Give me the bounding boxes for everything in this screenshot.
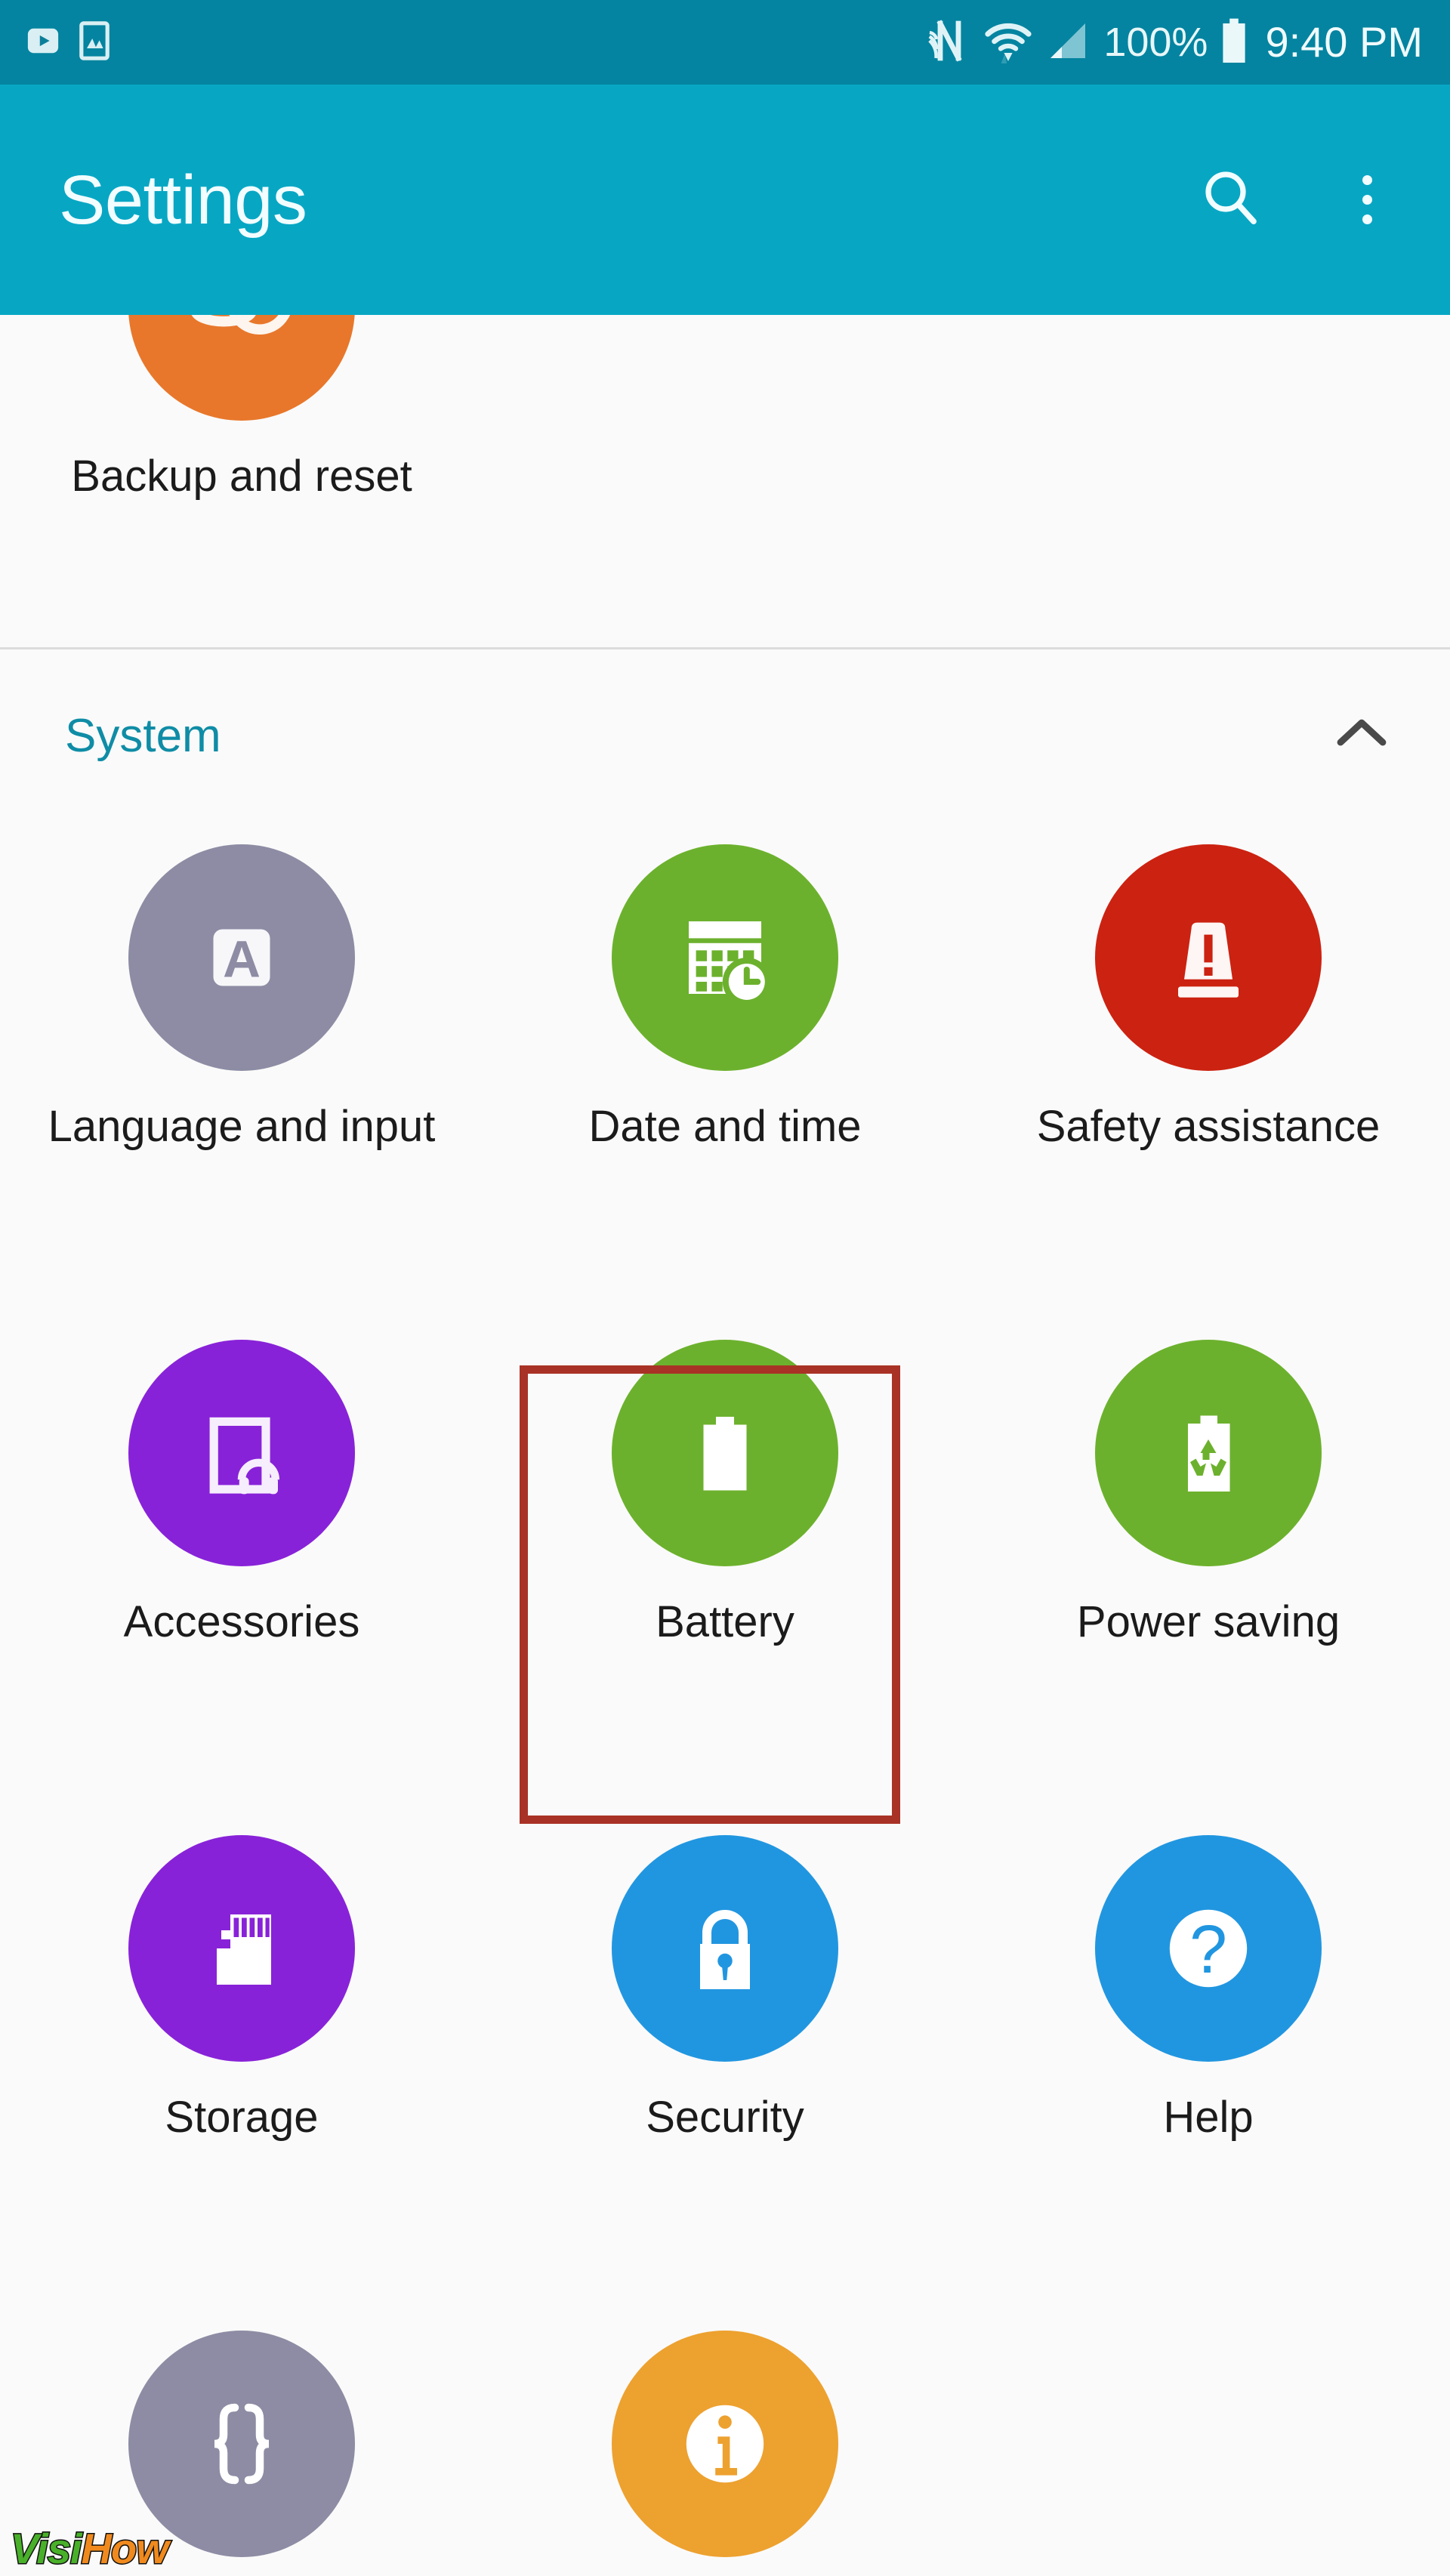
section-title: System — [65, 710, 221, 762]
tile-label: Battery — [656, 1597, 794, 1646]
svg-text:?: ? — [1189, 1911, 1227, 1987]
clock-label: 9:40 PM — [1265, 18, 1423, 66]
watermark-text-a: Visi — [10, 2525, 84, 2572]
emergency-beacon-icon — [1095, 844, 1322, 1071]
settings-tile-backup-and-reset[interactable]: Backup and reset — [0, 315, 483, 501]
settings-tile-grid: A Language and input Date and time Safet… — [0, 823, 1450, 2576]
chevron-up-icon — [1327, 700, 1396, 773]
settings-tile-accessories[interactable]: Accessories — [0, 1319, 483, 1814]
more-vertical-icon — [1362, 175, 1372, 224]
padlock-icon — [612, 1835, 838, 2062]
settings-tile-power-saving[interactable]: Power saving — [967, 1319, 1450, 1814]
settings-scroll-content[interactable]: Backup and reset System A Language and i… — [0, 315, 1450, 2576]
battery-icon — [1221, 17, 1247, 68]
letter-a-keyboard-icon: A — [128, 844, 355, 1071]
backup-reset-icon — [128, 315, 355, 421]
action-bar-buttons — [1193, 162, 1405, 238]
settings-tile-date-and-time[interactable]: Date and time — [483, 823, 967, 1319]
sd-card-icon — [128, 1835, 355, 2062]
battery-recycle-icon — [1095, 1340, 1322, 1566]
tile-label: Language and input — [48, 1102, 436, 1151]
phone-screen: 100% 9:40 PM Settings Backup and reset S… — [0, 0, 1450, 2576]
svg-text:A: A — [223, 930, 261, 989]
tile-label: Accessories — [123, 1597, 360, 1646]
info-icon — [612, 2331, 838, 2557]
settings-tile-security[interactable]: Security — [483, 1814, 967, 2309]
page-title: Settings — [59, 161, 307, 239]
tile-label: Help — [1163, 2093, 1254, 2142]
visihow-watermark: VisiHow — [10, 2525, 171, 2572]
status-bar: 100% 9:40 PM — [0, 0, 1450, 85]
scrolled-tile-region: Backup and reset — [0, 315, 1450, 647]
battery-icon — [612, 1340, 838, 1566]
battery-percent-label: 100% — [1103, 20, 1208, 65]
action-bar: Settings — [0, 85, 1450, 315]
overflow-menu-button[interactable] — [1329, 162, 1405, 238]
tile-label: Safety assistance — [1036, 1102, 1381, 1151]
tile-label: Storage — [165, 2093, 319, 2142]
watermark-text-b: How — [80, 2525, 170, 2572]
curly-braces-icon — [128, 2331, 355, 2557]
signal-icon — [1046, 19, 1090, 66]
status-bar-notification-icons — [26, 20, 110, 64]
settings-tile-help[interactable]: ? Help — [967, 1814, 1450, 2309]
tile-label: Backup and reset — [71, 452, 412, 501]
nfc-icon — [927, 17, 970, 68]
settings-tile-placeholder — [967, 2309, 1450, 2576]
youtube-icon — [26, 23, 60, 62]
settings-tile-storage[interactable]: Storage — [0, 1814, 483, 2309]
settings-tile-battery[interactable]: Battery — [483, 1319, 967, 1814]
tile-label: Date and time — [588, 1102, 862, 1151]
calendar-clock-icon — [612, 844, 838, 1071]
status-bar-system-icons: 100% 9:40 PM — [927, 17, 1423, 69]
settings-tile-safety-assistance[interactable]: Safety assistance — [967, 823, 1450, 1319]
section-header-system[interactable]: System — [0, 649, 1450, 823]
tile-label: Power saving — [1076, 1597, 1340, 1646]
search-button[interactable] — [1193, 162, 1269, 238]
search-icon — [1199, 166, 1263, 233]
tablet-headphones-icon — [128, 1340, 355, 1566]
section-collapse-button[interactable] — [1320, 695, 1403, 778]
question-mark-icon: ? — [1095, 1835, 1322, 2062]
gallery-icon — [79, 20, 110, 64]
tile-label: Security — [646, 2093, 804, 2142]
wifi-icon — [984, 17, 1032, 69]
settings-tile-language-and-input[interactable]: A Language and input — [0, 823, 483, 1319]
settings-tile-about-device[interactable] — [483, 2309, 967, 2576]
